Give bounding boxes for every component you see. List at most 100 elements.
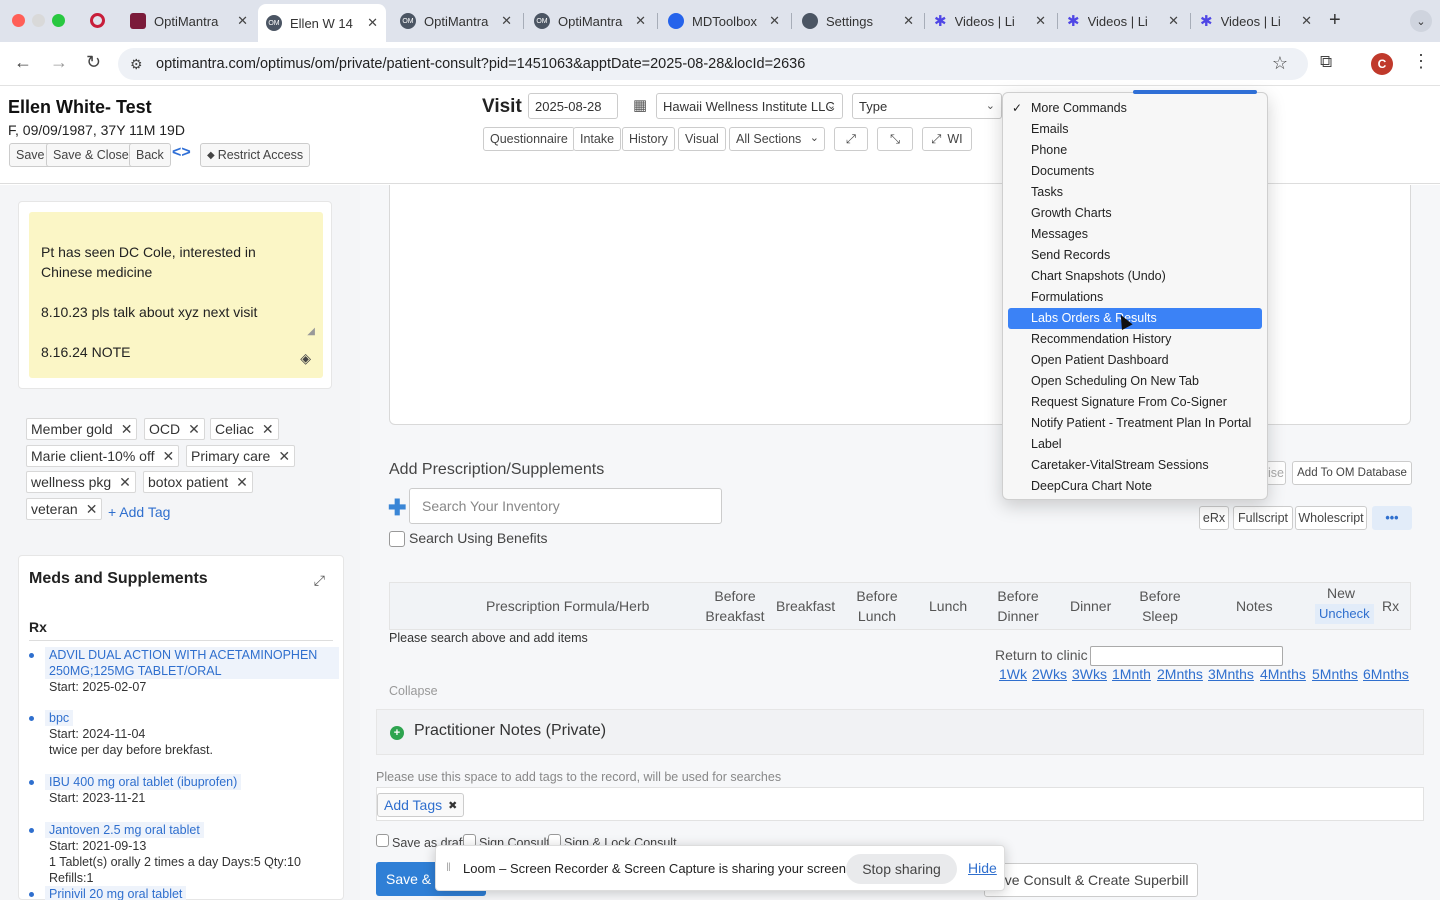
- menu-item-send-records[interactable]: Send Records: [1008, 245, 1262, 266]
- location-select[interactable]: Hawaii Wellness Institute LLC ⌄: [656, 93, 843, 119]
- tab-optimantra-2[interactable]: OM OptiMantra ✕: [392, 6, 520, 36]
- inventory-search-input[interactable]: Search Your Inventory: [409, 488, 722, 524]
- return-2mnths-link[interactable]: 2Mnths: [1157, 666, 1203, 682]
- all-sections-select[interactable]: All Sections ⌄: [729, 127, 825, 151]
- add-tag-link[interactable]: + Add Tag: [108, 504, 170, 520]
- url-field[interactable]: ⚙ optimantra.com/optimus/om/private/pati…: [118, 48, 1308, 80]
- close-tab-icon[interactable]: ✕: [237, 13, 248, 29]
- save-close-button[interactable]: Save & Close: [46, 143, 136, 167]
- remove-tag-icon[interactable]: ✕: [278, 448, 290, 465]
- med-name-link[interactable]: ADVIL DUAL ACTION WITH ACETAMINOPHEN 250…: [45, 647, 339, 679]
- return-6mnths-link[interactable]: 6Mnths: [1363, 666, 1409, 682]
- menu-item-request-signature[interactable]: Request Signature From Co-Signer: [1008, 392, 1262, 413]
- return-2wks-link[interactable]: 2Wks: [1032, 666, 1067, 682]
- menu-item-more-commands[interactable]: ✓ More Commands: [1008, 98, 1262, 119]
- extensions-puzzle-icon[interactable]: ⧉: [1320, 52, 1332, 72]
- save-superbill-button[interactable]: ave Consult & Create Superbill: [984, 863, 1198, 897]
- intake-button[interactable]: Intake: [573, 127, 622, 151]
- calendar-icon[interactable]: ▦: [633, 96, 647, 114]
- hide-link[interactable]: Hide: [968, 860, 997, 876]
- visit-type-select[interactable]: Type ⌄: [852, 93, 1002, 119]
- plus-icon[interactable]: ✚: [388, 495, 406, 521]
- collapse-icon[interactable]: ⤡: [877, 127, 913, 151]
- tab-optimantra-1[interactable]: OptiMantra ✕: [122, 6, 256, 36]
- close-tab-icon[interactable]: ✕: [501, 13, 512, 29]
- wi-button[interactable]: ⤢ WI: [922, 127, 972, 151]
- menu-item-recommendation-history[interactable]: Recommendation History: [1008, 329, 1262, 350]
- visual-button[interactable]: Visual: [678, 127, 726, 151]
- tab-mdtoolbox[interactable]: MDToolbox ✕: [660, 6, 788, 36]
- forward-arrow-icon[interactable]: →: [50, 52, 68, 73]
- remove-tag-icon[interactable]: ✕: [86, 501, 98, 518]
- collapse-link[interactable]: Collapse: [389, 684, 438, 698]
- expand-icon[interactable]: ⤢: [314, 572, 325, 589]
- menu-item-documents[interactable]: Documents: [1008, 161, 1262, 182]
- menu-item-phone[interactable]: Phone: [1008, 140, 1262, 161]
- return-1mnth-link[interactable]: 1Mnth: [1112, 666, 1151, 682]
- close-tab-icon[interactable]: ✕: [769, 13, 780, 29]
- close-tab-icon[interactable]: ✕: [635, 13, 646, 29]
- drag-handle-icon[interactable]: ‖: [446, 860, 451, 874]
- reload-icon[interactable]: ↻: [86, 52, 101, 73]
- menu-item-messages[interactable]: Messages: [1008, 224, 1262, 245]
- history-button[interactable]: History: [622, 127, 675, 151]
- code-toggle-icon[interactable]: <>: [172, 144, 191, 162]
- tab-settings[interactable]: Settings ✕: [794, 6, 922, 36]
- save-draft-checkbox[interactable]: [376, 834, 389, 847]
- more-options-button[interactable]: •••: [1372, 506, 1412, 530]
- partial-button[interactable]: ise: [1266, 461, 1286, 485]
- menu-item-caretaker[interactable]: Caretaker-VitalStream Sessions: [1008, 455, 1262, 476]
- close-tab-icon[interactable]: ✕: [367, 15, 378, 31]
- return-5mnths-link[interactable]: 5Mnths: [1312, 666, 1358, 682]
- remove-tag-icon[interactable]: ✕: [188, 421, 200, 438]
- menu-item-formulations[interactable]: Formulations: [1008, 287, 1262, 308]
- minimize-window-button[interactable]: [32, 14, 45, 27]
- maximize-window-button[interactable]: [52, 14, 65, 27]
- menu-item-label[interactable]: Label: [1008, 434, 1262, 455]
- return-1wk-link[interactable]: 1Wk: [999, 666, 1027, 682]
- menu-item-patient-dashboard[interactable]: Open Patient Dashboard: [1008, 350, 1262, 371]
- close-tab-icon[interactable]: ✕: [1301, 13, 1312, 29]
- back-button[interactable]: Back: [129, 143, 171, 167]
- return-clinic-input[interactable]: [1090, 646, 1283, 666]
- remove-tag-icon[interactable]: ✕: [121, 421, 133, 438]
- tab-optimantra-3[interactable]: OM OptiMantra ✕: [526, 6, 654, 36]
- return-3mnths-link[interactable]: 3Mnths: [1208, 666, 1254, 682]
- add-tags-button[interactable]: Add Tags ✖: [377, 793, 465, 817]
- pinned-tab-icon[interactable]: [90, 13, 105, 28]
- wholescript-button[interactable]: Wholescript: [1295, 506, 1367, 530]
- add-om-database-button[interactable]: Add To OM Database: [1292, 461, 1412, 485]
- med-name-link[interactable]: Prinivil 20 mg oral tablet: [45, 886, 187, 900]
- profile-avatar[interactable]: C: [1371, 53, 1393, 75]
- restrict-access-button[interactable]: ◆ Restrict Access: [200, 143, 311, 167]
- fullscript-button[interactable]: Fullscript: [1233, 506, 1293, 530]
- visit-date-field[interactable]: 2025-08-28: [528, 93, 618, 119]
- site-info-icon[interactable]: ⚙: [130, 56, 143, 73]
- expand-icon[interactable]: ⤢: [834, 127, 868, 151]
- tab-search-button[interactable]: ⌄: [1410, 10, 1432, 32]
- remove-tag-icon[interactable]: ✕: [262, 421, 274, 438]
- tab-ellen-active[interactable]: OM Ellen W 14 ✕: [258, 4, 386, 42]
- search-benefits-checkbox[interactable]: [389, 531, 405, 547]
- remove-tag-icon[interactable]: ✕: [119, 474, 131, 491]
- sticky-note-textarea[interactable]: Pt has seen DC Cole, interested in Chine…: [29, 212, 323, 378]
- med-name-link[interactable]: bpc: [45, 710, 74, 726]
- close-tab-icon[interactable]: ✕: [1168, 13, 1179, 29]
- menu-item-growth-charts[interactable]: Growth Charts: [1008, 203, 1262, 224]
- menu-item-tasks[interactable]: Tasks: [1008, 182, 1262, 203]
- tab-videos-3[interactable]: ✱ Videos | Li ✕: [1192, 6, 1320, 36]
- stop-sharing-button[interactable]: Stop sharing: [846, 854, 957, 884]
- resize-grip-icon[interactable]: ◢: [307, 322, 315, 342]
- uncheck-link[interactable]: Uncheck: [1315, 604, 1374, 624]
- tab-videos-1[interactable]: ✱ Videos | Li ✕: [926, 6, 1054, 36]
- menu-item-notify-patient[interactable]: Notify Patient - Treatment Plan In Porta…: [1008, 413, 1262, 434]
- menu-item-chart-snapshots[interactable]: Chart Snapshots (Undo): [1008, 266, 1262, 287]
- layers-icon[interactable]: ◈: [300, 348, 311, 368]
- tab-videos-2[interactable]: ✱ Videos | Li ✕: [1059, 6, 1187, 36]
- menu-item-emails[interactable]: Emails: [1008, 119, 1262, 140]
- close-window-button[interactable]: [12, 14, 25, 27]
- menu-item-deepcura[interactable]: DeepCura Chart Note: [1008, 476, 1262, 497]
- close-tab-icon[interactable]: ✕: [1035, 13, 1046, 29]
- back-arrow-icon[interactable]: ←: [14, 52, 32, 73]
- bookmark-star-icon[interactable]: ☆: [1272, 53, 1288, 74]
